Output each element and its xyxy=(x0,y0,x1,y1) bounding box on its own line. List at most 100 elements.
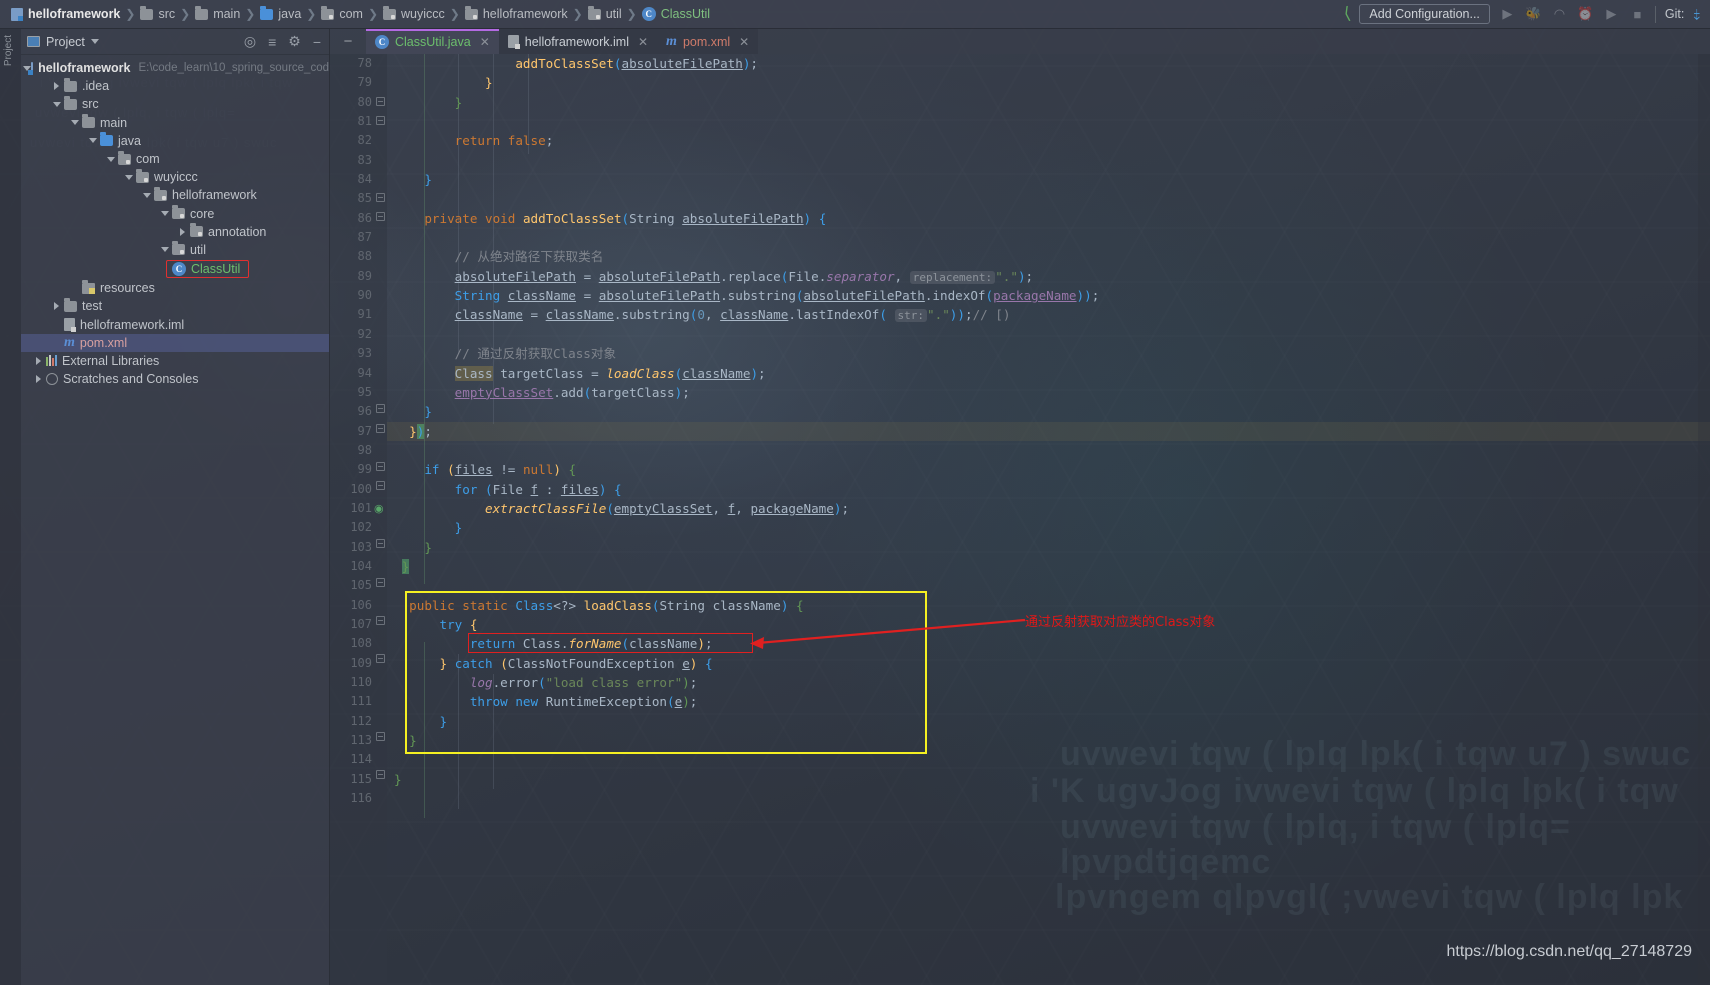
tab-helloframework-iml[interactable]: helloframework.iml ✕ xyxy=(498,29,658,54)
expand-arrow-icon[interactable] xyxy=(67,120,82,126)
expand-arrow-icon[interactable] xyxy=(49,101,64,107)
breadcrumb-item-main[interactable]: main xyxy=(191,0,244,28)
expand-arrow-icon[interactable] xyxy=(49,82,64,91)
tree-label: External Libraries xyxy=(62,353,160,368)
expand-arrow-icon[interactable] xyxy=(157,247,172,253)
tree-item-helloframework[interactable]: helloframework E:\code_learn\10_spring_s… xyxy=(21,59,329,77)
maven-icon: m xyxy=(64,334,75,350)
tree-item-src[interactable]: src xyxy=(21,95,329,113)
tree-item-classutil[interactable]: C ClassUtil xyxy=(21,259,329,279)
expand-arrow-icon[interactable] xyxy=(31,356,46,365)
breadcrumb-item-classutil[interactable]: C ClassUtil xyxy=(638,0,714,28)
libraries-icon xyxy=(46,355,57,367)
line-number: 109 xyxy=(350,655,372,670)
rail-project-label[interactable]: Project xyxy=(3,35,14,66)
callout-text: 通过反射获取对应类的Class对象 xyxy=(1025,615,1216,630)
breadcrumb-separator-icon: ❯ xyxy=(449,7,460,21)
code-line: 87 xyxy=(330,228,1710,247)
git-update-icon[interactable]: ⤈ xyxy=(1693,6,1700,23)
code-line: 81 xyxy=(330,112,1710,131)
tab-pom-xml[interactable]: m pom.xml ✕ xyxy=(657,29,759,54)
line-text: } xyxy=(424,404,432,420)
expand-arrow-icon[interactable] xyxy=(103,156,118,162)
stop-icon[interactable]: ■ xyxy=(1629,6,1646,23)
tree-label: test xyxy=(82,299,103,314)
expand-arrow-icon[interactable] xyxy=(175,227,190,236)
tab-classutil-java[interactable]: C ClassUtil.java ✕ xyxy=(366,29,499,54)
close-icon[interactable]: ✕ xyxy=(739,35,749,49)
line-number: 89 xyxy=(357,268,372,283)
tree-item-main[interactable]: main xyxy=(21,114,329,132)
breadcrumb-item-util[interactable]: util xyxy=(584,0,626,28)
tree-label: resources xyxy=(100,281,155,296)
line-text: // 通过反射获取Class对象 xyxy=(394,346,617,362)
line-number: 97 xyxy=(357,423,372,438)
expand-arrow-icon[interactable] xyxy=(121,174,136,180)
expand-arrow-icon[interactable] xyxy=(139,192,154,198)
tree-item-util[interactable]: util xyxy=(21,241,329,259)
tree-item-annotation[interactable]: annotation xyxy=(21,223,329,241)
tree-item-scratches[interactable]: Scratches and Consoles xyxy=(21,370,329,388)
tree-item-iml[interactable]: helloframework.iml xyxy=(21,315,329,333)
tree-item-idea[interactable]: .idea xyxy=(21,77,329,95)
package-icon xyxy=(464,5,478,20)
breadcrumb-label: helloframework xyxy=(482,7,568,21)
code-editor[interactable]: ◉ 78 addToClassSet(absoluteFilePath); 79… xyxy=(330,54,1710,985)
line-number: 96 xyxy=(357,404,372,419)
run-alt-icon[interactable]: ▶ xyxy=(1603,6,1620,23)
breadcrumb-item-src[interactable]: src xyxy=(136,0,179,28)
collapse-all-icon[interactable]: ≡ xyxy=(268,34,276,50)
close-icon[interactable]: ✕ xyxy=(638,35,648,49)
line-number: 103 xyxy=(350,539,372,554)
line-number: 116 xyxy=(350,791,372,806)
close-icon[interactable]: ✕ xyxy=(480,35,490,49)
breadcrumb-item-helloframework[interactable]: helloframework xyxy=(461,0,572,28)
settings-gear-icon[interactable]: ⚙ xyxy=(288,33,301,50)
folder-icon xyxy=(64,77,77,92)
locate-icon[interactable]: ◎ xyxy=(244,33,256,50)
run-with-coverage-icon[interactable]: ◠ xyxy=(1551,6,1568,23)
editor-scrollbar[interactable] xyxy=(1698,54,1710,985)
profiler-icon[interactable]: ⏰ xyxy=(1577,6,1594,23)
code-line: 94 Class targetClass = loadClass(classNa… xyxy=(330,364,1710,383)
code-line: 85 xyxy=(330,189,1710,208)
expand-arrow-icon[interactable] xyxy=(49,302,64,311)
expand-arrow-icon[interactable] xyxy=(31,375,46,384)
line-text: } xyxy=(454,520,463,536)
expand-arrow-icon[interactable] xyxy=(157,211,172,217)
tree-item-java[interactable]: java xyxy=(21,132,329,150)
project-tree[interactable]: helloframework E:\code_learn\10_spring_s… xyxy=(21,55,329,388)
module-icon xyxy=(27,61,34,75)
add-configuration-button[interactable]: Add Configuration... xyxy=(1359,4,1490,24)
code-lines[interactable]: 78 addToClassSet(absoluteFilePath); 79 }… xyxy=(330,54,1710,985)
tree-item-pom[interactable]: m pom.xml xyxy=(21,333,329,352)
tree-item-wuyiccc[interactable]: wuyiccc xyxy=(21,168,329,186)
tree-item-resources[interactable]: resources xyxy=(21,279,329,297)
tree-item-com[interactable]: com xyxy=(21,150,329,168)
expand-arrow-icon[interactable] xyxy=(85,138,100,144)
code-line: 84 } xyxy=(330,170,1710,189)
hide-editor-icon[interactable]: − xyxy=(330,29,366,54)
line-text: if (files != null) { xyxy=(424,462,577,478)
editor-tab-bar: − C ClassUtil.java ✕ helloframework.iml … xyxy=(330,29,1710,54)
tree-item-external-libraries[interactable]: External Libraries xyxy=(21,352,329,370)
breadcrumb-item-wuyiccc[interactable]: wuyiccc xyxy=(379,0,449,28)
debug-icon[interactable]: 🐝 xyxy=(1525,6,1542,23)
tree-item-core[interactable]: core xyxy=(21,205,329,223)
breadcrumb-separator-icon: ❯ xyxy=(245,7,256,21)
tree-item-helloframework-pkg[interactable]: helloframework xyxy=(21,186,329,204)
tree-item-test[interactable]: test xyxy=(21,297,329,315)
breadcrumb-item-project[interactable]: helloframework xyxy=(7,0,124,28)
toolbar-divider xyxy=(1654,5,1656,23)
line-number: 87 xyxy=(357,230,372,245)
chevron-down-icon[interactable] xyxy=(90,39,99,44)
line-number: 79 xyxy=(357,75,372,90)
highlight-box-forname xyxy=(468,633,753,653)
line-number: 106 xyxy=(350,597,372,612)
breadcrumb-item-java[interactable]: java xyxy=(256,0,305,28)
run-icon[interactable]: ▶ xyxy=(1499,6,1516,23)
tree-item-path: E:\code_learn\10_spring_source_cod xyxy=(138,62,329,75)
line-number: 83 xyxy=(357,152,372,167)
hide-icon[interactable]: − xyxy=(313,34,321,50)
breadcrumb-item-com[interactable]: com xyxy=(317,0,367,28)
